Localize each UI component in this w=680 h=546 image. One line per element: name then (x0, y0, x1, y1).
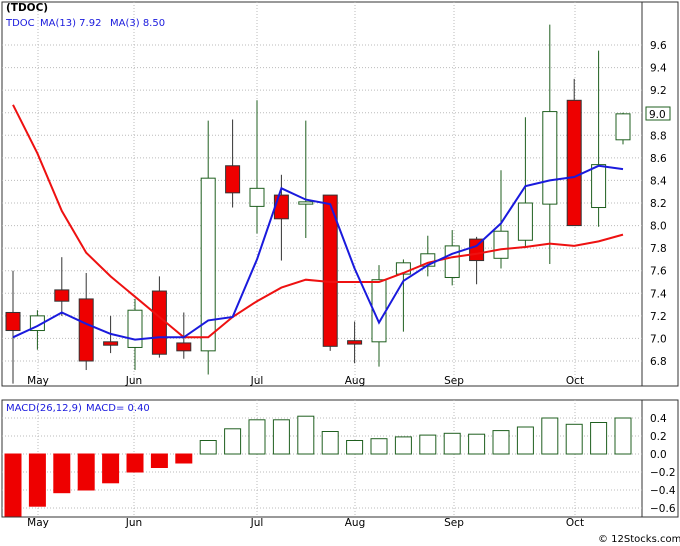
price-y-tick-label: 9.2 (650, 85, 667, 97)
macd-y-tick-label: −0.6 (650, 503, 676, 515)
macd-bar-positive (468, 433, 486, 455)
macd-y-tick-label: −0.2 (650, 467, 676, 479)
price-y-tick-label: 8.4 (650, 175, 667, 187)
macd-y-tick-label: 0.2 (650, 431, 667, 443)
candle-body-down (54, 289, 70, 302)
macd-bar-positive (248, 419, 266, 455)
macd-bar-positive (346, 440, 364, 455)
candle-body-down (176, 342, 192, 352)
macd-bar-negative (102, 453, 120, 484)
macd-x-tick-label: Aug (345, 517, 366, 529)
price-y-tick-label: 8.8 (650, 130, 667, 142)
price-x-tick-label: Jun (125, 375, 142, 387)
macd-bar-negative (150, 453, 168, 468)
price-x-tick-label: Jul (250, 375, 264, 387)
candle-body-up (517, 202, 533, 241)
price-y-tick-label: 7.6 (650, 266, 667, 278)
macd-bar-positive (614, 417, 632, 455)
legend-symbol: TDOC (5, 18, 35, 29)
price-y-tick-label: 7.4 (650, 288, 667, 300)
macd-bar-positive (297, 415, 315, 455)
candle-body-up (615, 113, 631, 141)
last-price-label: 9.0 (649, 109, 666, 121)
macd-bar-positive (224, 428, 242, 455)
price-x-tick-label: Oct (566, 375, 584, 387)
macd-x-tick-label: Oct (566, 517, 584, 529)
macd-legend-params: MACD(26,12,9) (6, 403, 82, 414)
macd-bar-positive (565, 423, 583, 455)
watermark: © 12Stocks.com (598, 534, 680, 545)
price-y-tick-label: 7.8 (650, 243, 667, 255)
candle-body-up (298, 201, 314, 205)
macd-bar-positive (321, 431, 339, 455)
candle-body-up (127, 309, 143, 348)
macd-bar-positive (492, 430, 510, 455)
candle-body-down (5, 311, 21, 332)
macd-y-tick-label: −0.4 (650, 485, 676, 497)
macd-bar-negative (28, 453, 46, 507)
price-y-tick-label: 9.4 (650, 63, 667, 75)
candle-body-up (542, 111, 558, 205)
price-x-tick-label: Sep (444, 375, 464, 387)
price-y-tick-label: 6.8 (650, 356, 667, 368)
macd-bar-positive (590, 422, 608, 455)
macd-y-tick-label: 0.4 (650, 413, 667, 425)
macd-bar-negative (77, 453, 95, 491)
macd-legend-value: MACD= 0.40 (86, 403, 150, 414)
macd-bar-positive (419, 434, 437, 455)
macd-bar-positive (541, 417, 559, 455)
price-y-tick-label: 8.0 (650, 221, 667, 233)
candle-body-down (103, 341, 119, 346)
macd-bar-positive (394, 436, 412, 455)
macd-x-tick-label: Jul (250, 517, 264, 529)
price-x-tick-label: Aug (345, 375, 366, 387)
macd-x-tick-label: May (27, 517, 49, 529)
macd-x-tick-label: Jun (125, 517, 142, 529)
macd-bar-positive (516, 426, 534, 455)
macd-bar-positive (199, 440, 217, 455)
macd-bar-negative (53, 453, 71, 494)
legend-ma3: MA(3) 8.50 (110, 18, 165, 29)
price-x-tick-label: May (27, 375, 49, 387)
price-y-tick-label: 9.6 (650, 40, 667, 52)
candle-body-down (151, 290, 167, 355)
candle-body-up (591, 164, 607, 209)
price-y-tick-label: 8.2 (650, 198, 667, 210)
price-y-tick-label: 7.2 (650, 311, 667, 323)
candle-body-down (347, 340, 363, 345)
candle-body-down (566, 99, 582, 227)
macd-x-tick-label: Sep (444, 517, 464, 529)
candle-body-down (225, 165, 241, 194)
macd-bar-negative (4, 453, 22, 517)
price-y-tick-label: 8.6 (650, 153, 667, 165)
macd-bar-negative (126, 453, 144, 473)
candle-body-up (493, 230, 509, 259)
price-y-tick-label: 7.0 (650, 333, 667, 345)
macd-bar-positive (443, 432, 461, 455)
legend-ma13: MA(13) 7.92 (40, 18, 101, 29)
ticker-title: (TDOC) (6, 2, 48, 14)
macd-bar-positive (272, 419, 290, 455)
macd-bar-positive (370, 438, 388, 455)
macd-y-tick-label: 0.0 (650, 449, 667, 461)
candle-body-down (78, 298, 94, 362)
macd-bar-negative (175, 453, 193, 464)
candle-body-up (249, 187, 265, 207)
candle-body-up (444, 245, 460, 278)
price-y-axis-labels: 6.8 7.0 7.2 7.4 7.6 7.8 8.0 8.2 8.4 8.6 8.8 9.0 9.2 9… (650, 40, 667, 368)
stock-chart: 6.8 7.0 7.2 7.4 7.6 7.8 8.0 8.2 8.4 8.6 8.8 9.0 9.2 9… (0, 0, 680, 546)
candle-body-down (273, 194, 289, 220)
